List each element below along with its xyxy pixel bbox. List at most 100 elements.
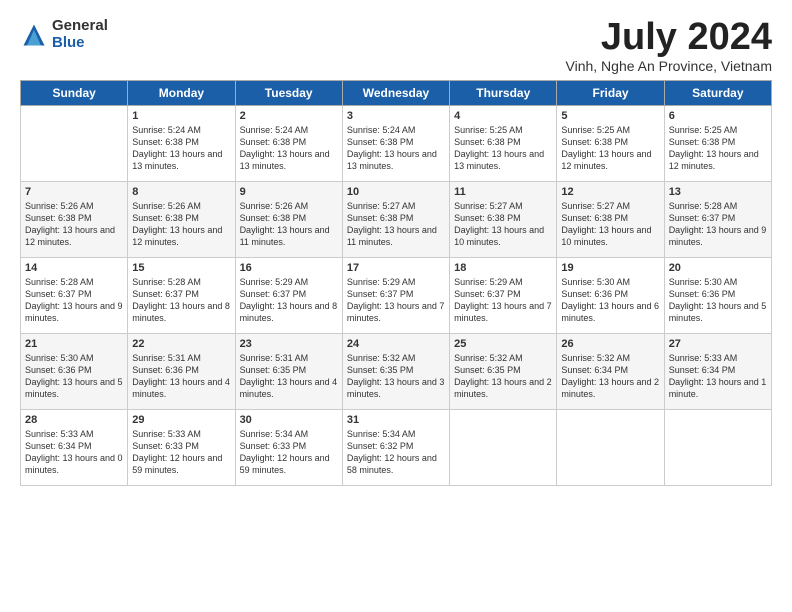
calendar-cell: 21 Sunrise: 5:30 AMSunset: 6:36 PMDaylig… [21,334,128,410]
day-number: 21 [25,338,123,350]
day-number: 17 [347,262,445,274]
calendar-cell: 6 Sunrise: 5:25 AMSunset: 6:38 PMDayligh… [664,106,771,182]
day-number: 12 [561,186,659,198]
cell-content: Sunrise: 5:26 AMSunset: 6:38 PMDaylight:… [132,200,230,249]
cell-content: Sunrise: 5:27 AMSunset: 6:38 PMDaylight:… [561,200,659,249]
day-number: 14 [25,262,123,274]
day-number: 4 [454,110,552,122]
cell-content: Sunrise: 5:30 AMSunset: 6:36 PMDaylight:… [561,276,659,325]
calendar-cell: 30 Sunrise: 5:34 AMSunset: 6:33 PMDaylig… [235,410,342,486]
calendar-cell [664,410,771,486]
cell-content: Sunrise: 5:29 AMSunset: 6:37 PMDaylight:… [240,276,338,325]
logo: General Blue [20,18,108,51]
calendar-cell: 8 Sunrise: 5:26 AMSunset: 6:38 PMDayligh… [128,182,235,258]
cell-content: Sunrise: 5:24 AMSunset: 6:38 PMDaylight:… [347,124,445,173]
cell-content: Sunrise: 5:31 AMSunset: 6:35 PMDaylight:… [240,352,338,401]
calendar-week-1: 1 Sunrise: 5:24 AMSunset: 6:38 PMDayligh… [21,106,772,182]
logo-blue: Blue [52,35,108,52]
cell-content: Sunrise: 5:33 AMSunset: 6:33 PMDaylight:… [132,428,230,477]
calendar-cell: 25 Sunrise: 5:32 AMSunset: 6:35 PMDaylig… [450,334,557,410]
cell-content: Sunrise: 5:27 AMSunset: 6:38 PMDaylight:… [347,200,445,249]
calendar-cell: 17 Sunrise: 5:29 AMSunset: 6:37 PMDaylig… [342,258,449,334]
day-number: 10 [347,186,445,198]
col-monday: Monday [128,81,235,106]
day-number: 30 [240,414,338,426]
col-saturday: Saturday [664,81,771,106]
day-number: 29 [132,414,230,426]
cell-content: Sunrise: 5:34 AMSunset: 6:32 PMDaylight:… [347,428,445,477]
cell-content: Sunrise: 5:24 AMSunset: 6:38 PMDaylight:… [240,124,338,173]
location: Vinh, Nghe An Province, Vietnam [566,58,773,74]
day-number: 5 [561,110,659,122]
cell-content: Sunrise: 5:33 AMSunset: 6:34 PMDaylight:… [25,428,123,477]
calendar-cell [557,410,664,486]
day-number: 24 [347,338,445,350]
day-number: 20 [669,262,767,274]
month-title: July 2024 [566,18,773,56]
cell-content: Sunrise: 5:33 AMSunset: 6:34 PMDaylight:… [669,352,767,401]
calendar-cell: 18 Sunrise: 5:29 AMSunset: 6:37 PMDaylig… [450,258,557,334]
cell-content: Sunrise: 5:26 AMSunset: 6:38 PMDaylight:… [25,200,123,249]
calendar-cell: 7 Sunrise: 5:26 AMSunset: 6:38 PMDayligh… [21,182,128,258]
calendar-cell: 1 Sunrise: 5:24 AMSunset: 6:38 PMDayligh… [128,106,235,182]
cell-content: Sunrise: 5:29 AMSunset: 6:37 PMDaylight:… [454,276,552,325]
day-number: 25 [454,338,552,350]
logo-icon [20,21,48,49]
title-block: July 2024 Vinh, Nghe An Province, Vietna… [566,18,773,74]
calendar-cell: 27 Sunrise: 5:33 AMSunset: 6:34 PMDaylig… [664,334,771,410]
cell-content: Sunrise: 5:25 AMSunset: 6:38 PMDaylight:… [454,124,552,173]
calendar-cell: 29 Sunrise: 5:33 AMSunset: 6:33 PMDaylig… [128,410,235,486]
cell-content: Sunrise: 5:32 AMSunset: 6:34 PMDaylight:… [561,352,659,401]
calendar-week-2: 7 Sunrise: 5:26 AMSunset: 6:38 PMDayligh… [21,182,772,258]
day-number: 11 [454,186,552,198]
calendar-cell: 31 Sunrise: 5:34 AMSunset: 6:32 PMDaylig… [342,410,449,486]
col-thursday: Thursday [450,81,557,106]
calendar-cell: 12 Sunrise: 5:27 AMSunset: 6:38 PMDaylig… [557,182,664,258]
col-friday: Friday [557,81,664,106]
calendar-cell: 19 Sunrise: 5:30 AMSunset: 6:36 PMDaylig… [557,258,664,334]
calendar-table: Sunday Monday Tuesday Wednesday Thursday… [20,80,772,486]
calendar-cell: 24 Sunrise: 5:32 AMSunset: 6:35 PMDaylig… [342,334,449,410]
calendar-cell: 23 Sunrise: 5:31 AMSunset: 6:35 PMDaylig… [235,334,342,410]
calendar-cell: 26 Sunrise: 5:32 AMSunset: 6:34 PMDaylig… [557,334,664,410]
calendar-cell: 22 Sunrise: 5:31 AMSunset: 6:36 PMDaylig… [128,334,235,410]
day-number: 3 [347,110,445,122]
calendar-cell [450,410,557,486]
calendar-cell: 28 Sunrise: 5:33 AMSunset: 6:34 PMDaylig… [21,410,128,486]
cell-content: Sunrise: 5:26 AMSunset: 6:38 PMDaylight:… [240,200,338,249]
calendar-cell: 13 Sunrise: 5:28 AMSunset: 6:37 PMDaylig… [664,182,771,258]
day-number: 15 [132,262,230,274]
day-number: 2 [240,110,338,122]
col-sunday: Sunday [21,81,128,106]
cell-content: Sunrise: 5:27 AMSunset: 6:38 PMDaylight:… [454,200,552,249]
cell-content: Sunrise: 5:24 AMSunset: 6:38 PMDaylight:… [132,124,230,173]
cell-content: Sunrise: 5:31 AMSunset: 6:36 PMDaylight:… [132,352,230,401]
day-number: 6 [669,110,767,122]
calendar-week-5: 28 Sunrise: 5:33 AMSunset: 6:34 PMDaylig… [21,410,772,486]
day-number: 28 [25,414,123,426]
calendar-cell: 11 Sunrise: 5:27 AMSunset: 6:38 PMDaylig… [450,182,557,258]
day-number: 22 [132,338,230,350]
cell-content: Sunrise: 5:25 AMSunset: 6:38 PMDaylight:… [561,124,659,173]
day-number: 1 [132,110,230,122]
calendar-cell: 16 Sunrise: 5:29 AMSunset: 6:37 PMDaylig… [235,258,342,334]
calendar-cell: 15 Sunrise: 5:28 AMSunset: 6:37 PMDaylig… [128,258,235,334]
cell-content: Sunrise: 5:30 AMSunset: 6:36 PMDaylight:… [25,352,123,401]
cell-content: Sunrise: 5:28 AMSunset: 6:37 PMDaylight:… [25,276,123,325]
calendar-week-3: 14 Sunrise: 5:28 AMSunset: 6:37 PMDaylig… [21,258,772,334]
day-number: 9 [240,186,338,198]
cell-content: Sunrise: 5:28 AMSunset: 6:37 PMDaylight:… [132,276,230,325]
header-row: General Blue July 2024 Vinh, Nghe An Pro… [20,18,772,74]
day-number: 7 [25,186,123,198]
day-number: 23 [240,338,338,350]
calendar-cell: 2 Sunrise: 5:24 AMSunset: 6:38 PMDayligh… [235,106,342,182]
col-tuesday: Tuesday [235,81,342,106]
day-number: 13 [669,186,767,198]
logo-text: General Blue [52,18,108,51]
cell-content: Sunrise: 5:29 AMSunset: 6:37 PMDaylight:… [347,276,445,325]
calendar-cell: 14 Sunrise: 5:28 AMSunset: 6:37 PMDaylig… [21,258,128,334]
day-number: 8 [132,186,230,198]
main-container: General Blue July 2024 Vinh, Nghe An Pro… [0,0,792,496]
day-number: 18 [454,262,552,274]
cell-content: Sunrise: 5:25 AMSunset: 6:38 PMDaylight:… [669,124,767,173]
